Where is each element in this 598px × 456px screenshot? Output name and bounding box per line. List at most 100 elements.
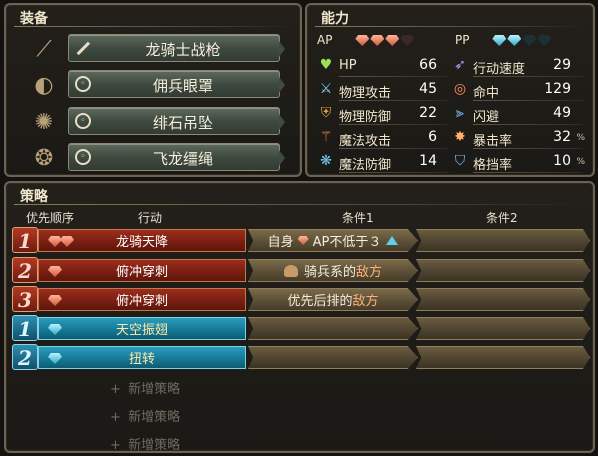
stat-value: 129 bbox=[544, 81, 571, 97]
abilities-panel: 能力 AP PP ♥ HP 66 ⚔ 物理攻击 45 ⛨ 物理防御 22 ⚚ 魔… bbox=[305, 3, 595, 177]
stat-label: 暴击率 bbox=[473, 134, 513, 149]
strategy-row[interactable]: 3 俯冲穿刺 优先后排的 敌方 bbox=[12, 286, 590, 312]
condition-highlight: 敌方 bbox=[352, 294, 379, 309]
strategy-row[interactable]: 1 龙骑天降 自身 AP不低于３ bbox=[12, 227, 590, 253]
condition-text: 骑兵系的 bbox=[303, 265, 356, 280]
stat-accuracy: ◎ 命中 129 bbox=[451, 79, 589, 101]
equipment-panel: 装备 ⟋ 龙骑士战枪 ◐ ◦ 佣兵眼罩 ✺ ◦ 绯石吊坠 ❂ ◦ 飞龙缰绳 bbox=[4, 3, 302, 177]
equip-slot-weapon[interactable]: ⟋ 龙骑士战枪 bbox=[24, 33, 286, 65]
stat-label: 命中 bbox=[473, 86, 500, 101]
action-name: 龙骑天降 bbox=[115, 235, 168, 250]
pp-gem-icon bbox=[492, 35, 507, 46]
action-name: 天空振翅 bbox=[115, 323, 168, 338]
ap-gem-icon bbox=[297, 236, 309, 245]
action-cell[interactable]: 俯冲穿刺 bbox=[38, 288, 246, 311]
divider bbox=[473, 124, 583, 125]
condition-prefix: 自身 bbox=[267, 235, 294, 250]
equip-slot-bar[interactable]: ◦ 绯石吊坠 bbox=[68, 107, 285, 135]
condition-2-cell[interactable] bbox=[416, 229, 590, 252]
header-condition-1: 条件1 bbox=[342, 211, 374, 225]
ring-slot-icon: ◦ bbox=[75, 113, 91, 129]
eyepatch-icon: ◐ bbox=[34, 72, 54, 98]
plus-icon: + bbox=[110, 382, 121, 397]
action-cell[interactable]: 天空振翅 bbox=[38, 317, 246, 340]
stat-phys-defense: ⛨ 物理防御 22 bbox=[317, 103, 455, 125]
equip-slot-accessory-3[interactable]: ❂ ◦ 飞龙缰绳 bbox=[24, 142, 286, 174]
reins-icon: ❂ bbox=[34, 145, 54, 171]
ring-slot-icon: ◦ bbox=[75, 76, 91, 92]
stat-block-rate: ⛉ 格挡率 10 % bbox=[451, 151, 589, 173]
strategy-title: 策略 bbox=[20, 189, 48, 205]
divider bbox=[14, 26, 292, 27]
stat-label: 物理防御 bbox=[339, 110, 392, 125]
equip-slot-accessory-1[interactable]: ◐ ◦ 佣兵眼罩 bbox=[24, 69, 286, 101]
pendant-icon: ✺ bbox=[34, 109, 54, 135]
priority-number: 3 bbox=[12, 286, 38, 312]
plus-icon: + bbox=[110, 438, 121, 453]
action-cell[interactable]: 龙骑天降 bbox=[38, 229, 246, 252]
stat-magic-defense: ❋ 魔法防御 14 bbox=[317, 151, 455, 173]
add-strategy-button[interactable]: + 新增策略 bbox=[110, 434, 180, 453]
stat-label: 物理攻击 bbox=[339, 86, 392, 101]
condition-2-cell[interactable] bbox=[416, 317, 590, 340]
strategy-panel: 策略 优先顺序 行动 条件1 条件2 1 龙骑天降 自身 AP不低于３ 2 俯冲… bbox=[4, 181, 595, 453]
divider bbox=[473, 76, 583, 77]
add-strategy-label: 新增策略 bbox=[128, 382, 181, 397]
condition-1-cell[interactable]: 优先后排的 敌方 bbox=[248, 288, 418, 311]
equip-slot-bar[interactable]: 龙骑士战枪 bbox=[68, 34, 285, 62]
equip-slot-bar[interactable]: ◦ 佣兵眼罩 bbox=[68, 70, 285, 98]
strategy-row[interactable]: 2 扭转 bbox=[12, 344, 590, 370]
ring-slot-icon: ◦ bbox=[75, 149, 91, 165]
armor-icon: ⛨ bbox=[320, 105, 332, 121]
strategy-row[interactable]: 2 俯冲穿刺 骑兵系的 敌方 bbox=[12, 257, 590, 283]
add-strategy-label: 新增策略 bbox=[128, 438, 181, 453]
ap-label: AP bbox=[317, 33, 333, 47]
slot-arrow bbox=[279, 114, 285, 130]
add-strategy-button[interactable]: + 新增策略 bbox=[110, 406, 180, 425]
pp-gems bbox=[491, 33, 552, 47]
equip-slot-bar[interactable]: ◦ 飞龙缰绳 bbox=[68, 143, 285, 171]
header-action: 行动 bbox=[138, 211, 163, 225]
stat-evasion: ⫸ 闪避 49 bbox=[451, 103, 589, 125]
condition-2-cell[interactable] bbox=[416, 288, 590, 311]
action-cell[interactable]: 俯冲穿刺 bbox=[38, 259, 246, 282]
stat-unit: % bbox=[576, 133, 585, 143]
divider bbox=[339, 100, 449, 101]
stat-value: 10 bbox=[553, 153, 571, 169]
condition-2-cell[interactable] bbox=[416, 259, 590, 282]
wand-icon: ⚚ bbox=[319, 129, 333, 145]
condition-2-cell[interactable] bbox=[416, 346, 590, 369]
ap-gem-icon bbox=[48, 266, 62, 277]
stat-label: 魔法防御 bbox=[339, 158, 392, 173]
ap-gem-icon bbox=[60, 236, 74, 247]
divider bbox=[473, 148, 583, 149]
divider bbox=[473, 100, 583, 101]
equip-name: 绯石吊坠 bbox=[152, 114, 213, 132]
spear-icon bbox=[72, 37, 95, 60]
stat-label: 闪避 bbox=[473, 110, 500, 125]
strategy-row[interactable]: 1 天空振翅 bbox=[12, 315, 590, 341]
add-strategy-button[interactable]: + 新增策略 bbox=[110, 378, 180, 397]
stat-value: 32 bbox=[553, 129, 571, 145]
priority-number: 1 bbox=[12, 227, 38, 253]
condition-1-cell[interactable] bbox=[248, 317, 418, 340]
equip-slot-accessory-2[interactable]: ✺ ◦ 绯石吊坠 bbox=[24, 106, 286, 138]
stat-value: 66 bbox=[419, 57, 437, 73]
stat-magic-attack: ⚚ 魔法攻击 6 bbox=[317, 127, 455, 149]
ap-gem-empty-icon bbox=[400, 35, 415, 46]
action-name: 扭转 bbox=[128, 352, 155, 367]
magic-shield-icon: ❋ bbox=[320, 153, 332, 169]
equip-name: 龙骑士战枪 bbox=[145, 41, 221, 59]
crit-burst-icon: ✸ bbox=[454, 129, 466, 145]
divider bbox=[473, 172, 583, 173]
pp-label: PP bbox=[455, 33, 470, 47]
action-cell[interactable]: 扭转 bbox=[38, 346, 246, 369]
condition-1-cell[interactable]: 骑兵系的 敌方 bbox=[248, 259, 418, 282]
condition-1-cell[interactable]: 自身 AP不低于３ bbox=[248, 229, 418, 252]
stat-label: 行动速度 bbox=[473, 62, 526, 77]
equipment-title: 装备 bbox=[20, 11, 48, 27]
pp-gem-empty-icon bbox=[522, 35, 537, 46]
slot-arrow bbox=[279, 41, 285, 57]
condition-1-cell[interactable] bbox=[248, 346, 418, 369]
ap-gem-icon bbox=[385, 35, 400, 46]
